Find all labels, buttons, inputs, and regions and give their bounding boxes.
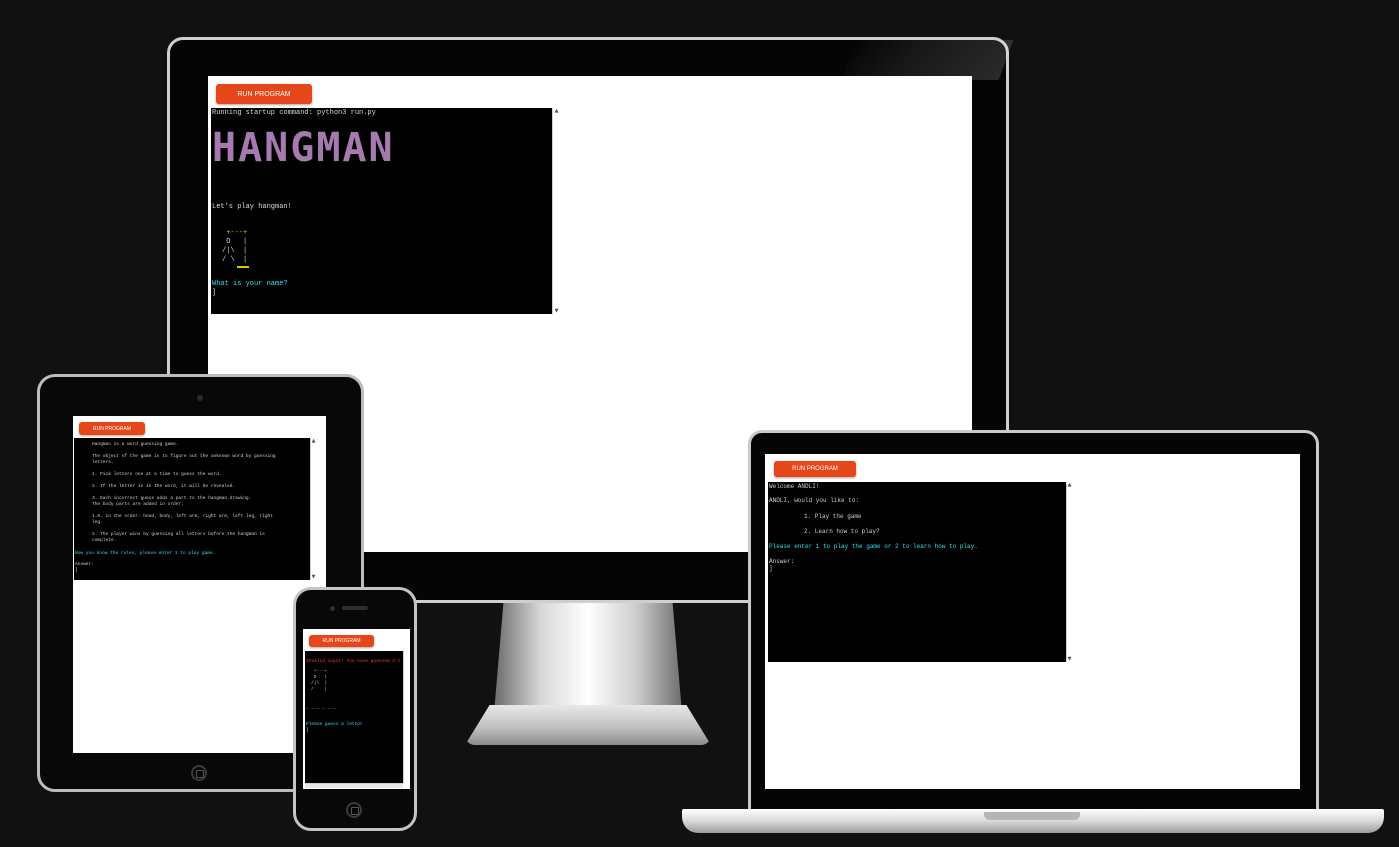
run-program-button[interactable]: RUN PROGRAM — [774, 461, 856, 477]
rules-line-11: complete. — [92, 538, 117, 543]
gallows-line-4: / \ | — [222, 256, 248, 264]
word-progress: _ _ _ _ _ _ — [306, 705, 336, 710]
horizontal-scrollbar[interactable] — [305, 783, 403, 788]
ready-line: Now you know the rules, please enter 1 t… — [75, 551, 216, 556]
terminal-scrollbar[interactable] — [403, 651, 408, 783]
terminal-window[interactable]: Hangman is a word guessing game. The obj… — [74, 438, 310, 580]
error-line: Invalid input: You have guessed 2 t — [306, 659, 401, 664]
laptop-screen: RUN PROGRAM Welcome ANDLI! ANDLI, would … — [765, 454, 1300, 789]
phone-screen: RUN PROGRAM Invalid input: You have gues… — [303, 629, 410, 789]
rules-line-7: The body parts are added in order: — [92, 502, 184, 507]
run-program-button[interactable]: RUN PROGRAM — [79, 422, 145, 435]
guess-prompt: Please guess a letter — [306, 722, 363, 727]
scroll-up-icon[interactable]: ▲ — [553, 108, 560, 114]
terminal-cursor: ] — [306, 728, 309, 733]
tablet-screen: RUN PROGRAM Hangman is a word guessing g… — [73, 416, 326, 753]
gallows-line-2: O | — [222, 238, 248, 246]
monitor-stand-foot — [465, 705, 711, 745]
terminal-scrollbar[interactable]: ▲ ▼ — [310, 438, 316, 580]
option-learn: 2. Learn how to play? — [804, 528, 880, 535]
scroll-down-icon[interactable]: ▼ — [311, 574, 316, 580]
scroll-down-icon[interactable]: ▼ — [553, 308, 560, 314]
tablet-camera — [197, 395, 203, 401]
scroll-up-icon[interactable]: ▲ — [1067, 482, 1072, 488]
rules-line-3: letters. — [92, 460, 114, 465]
name-prompt: What is your name? — [212, 280, 288, 288]
gallows-line-1: +---+ — [311, 669, 328, 674]
scroll-down-icon[interactable]: ▼ — [1067, 656, 1072, 662]
question-line: ANDLI, would you like to: — [769, 497, 860, 504]
run-program-button[interactable]: RUN PROGRAM — [216, 84, 312, 104]
tablet-home-button — [191, 765, 207, 781]
rules-line-10: 2. The player wins by guessing all lette… — [92, 532, 265, 537]
instruction-line: Please enter 1 to play the game or 2 to … — [769, 543, 978, 550]
laptop-opening-notch — [984, 812, 1080, 820]
gallows-line-3: /|\ | — [222, 247, 248, 255]
gallows-line-2: O | — [311, 675, 328, 680]
rules-line-1: Hangman is a word guessing game. — [92, 442, 179, 447]
rules-line-4: 1. Pick letters one at a time to guess t… — [92, 472, 222, 477]
monitor-gloss — [842, 40, 1014, 80]
phone-home-button — [346, 802, 362, 818]
rules-line-5: 2. If the letter is in the word, it will… — [92, 484, 236, 489]
terminal-window[interactable]: Welcome ANDLI! ANDLI, would you like to:… — [768, 482, 1066, 662]
greeting-line: Let's play hangman! — [212, 203, 292, 211]
run-program-button[interactable]: RUN PROGRAM — [309, 635, 374, 647]
rules-line-2: The object of the game is to figure out … — [92, 454, 276, 459]
terminal-window[interactable]: Invalid input: You have guessed 2 t +---… — [305, 651, 403, 783]
terminal-window[interactable]: Running startup command: python3 run.py … — [211, 108, 552, 314]
gallows-base — [237, 266, 249, 268]
terminal-cursor: ] — [75, 568, 78, 573]
option-play: 1. Play the game — [804, 513, 862, 520]
gallows-line-1: +---+ — [222, 229, 248, 237]
rules-line-6: 3. Each incorrect guess adds a part to t… — [92, 496, 252, 501]
rules-line-8: 1.0. in the order: head, body, left arm,… — [92, 514, 273, 519]
rules-line-9: leg. — [92, 520, 103, 525]
startup-line: Running startup command: python3 run.py — [212, 109, 376, 117]
terminal-scrollbar[interactable]: ▲ ▼ — [552, 108, 560, 314]
phone-speaker — [342, 606, 368, 610]
terminal-cursor: ] — [769, 565, 773, 572]
gallows-line-3: /|\ | — [311, 681, 328, 686]
answer-line: Answer: — [769, 558, 795, 565]
phone-camera — [330, 606, 335, 611]
welcome-line: Welcome ANDLI! — [769, 483, 820, 490]
terminal-cursor: ] — [212, 289, 217, 297]
gallows-line-4: / | — [311, 687, 328, 692]
answer-line: Answer: — [75, 562, 94, 567]
scroll-up-icon[interactable]: ▲ — [311, 438, 316, 444]
monitor-stand-neck — [494, 603, 682, 713]
hangman-ascii-logo: HANGMAN — [212, 125, 395, 171]
terminal-scrollbar[interactable]: ▲ ▼ — [1066, 482, 1072, 662]
